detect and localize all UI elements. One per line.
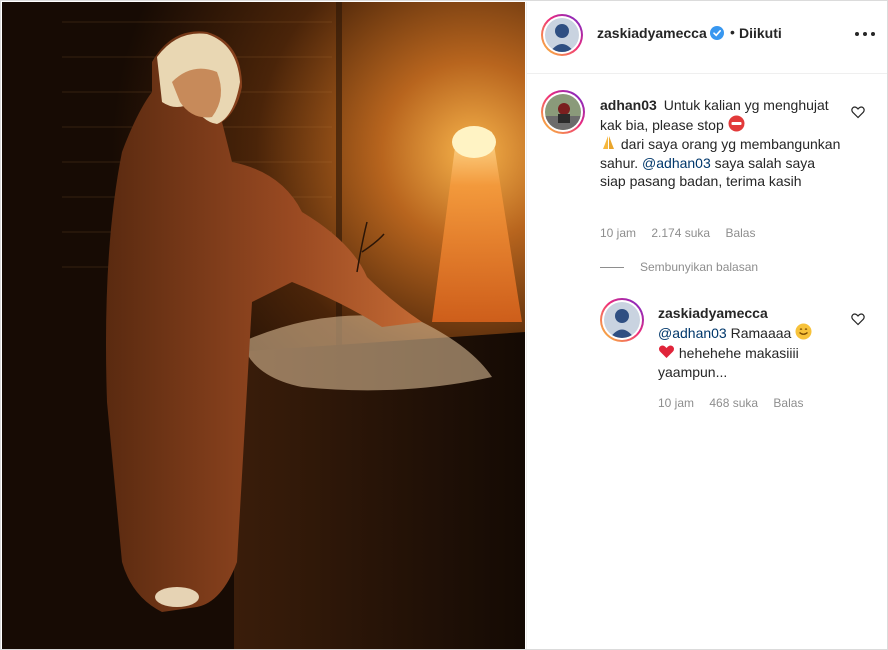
red-heart-emoji	[659, 345, 674, 358]
reply-time[interactable]: 10 jam	[658, 396, 694, 410]
post-image	[2, 2, 525, 649]
post-photo[interactable]	[2, 2, 525, 649]
reply-username[interactable]: zaskiadyamecca	[658, 304, 848, 323]
reply-meta: 10 jam 468 suka Balas	[658, 396, 815, 410]
commenter-username[interactable]: adhan03	[600, 97, 657, 113]
comment-mention[interactable]: @adhan03	[642, 155, 711, 171]
commenter-avatar[interactable]	[541, 90, 585, 134]
reply-likes[interactable]: 468 suka	[709, 396, 758, 410]
reply-body-1: Ramaaaa	[730, 325, 792, 341]
reply-text: zaskiadyamecca @adhan03 Ramaaaa hehehehe…	[658, 304, 848, 382]
hide-replies-line	[600, 266, 624, 268]
comment-text: adhan03 Untuk kalian yg menghujat kak bi…	[600, 96, 844, 191]
follow-status-button[interactable]: Diikuti	[739, 25, 782, 41]
author-username[interactable]: zaskiadyamecca	[597, 25, 707, 41]
hide-replies-label: Sembunyikan balasan	[640, 260, 759, 274]
more-options-icon[interactable]	[855, 24, 875, 44]
verified-badge-icon	[710, 26, 724, 40]
no-entry-emoji	[728, 115, 745, 131]
heart-icon[interactable]	[851, 105, 865, 119]
smiling-emoji	[795, 323, 812, 340]
reply-body-2: hehehehe makasiiii yaampun...	[658, 345, 799, 380]
post-header: zaskiadyamecca • Diikuti	[527, 2, 887, 74]
comment-likes[interactable]: 2.174 suka	[651, 226, 710, 240]
comment-meta: 10 jam 2.174 suka Balas	[600, 226, 767, 240]
comment-reply-button[interactable]: Balas	[725, 226, 755, 240]
reply-mention[interactable]: @adhan03	[658, 325, 727, 341]
reply-avatar[interactable]	[600, 298, 644, 342]
author-avatar[interactable]	[541, 14, 583, 56]
comments-panel: zaskiadyamecca • Diikuti adhan03 Untuk k…	[526, 2, 887, 649]
post-viewer: zaskiadyamecca • Diikuti adhan03 Untuk k…	[0, 0, 888, 650]
hide-replies-toggle[interactable]: Sembunyikan balasan	[600, 260, 758, 274]
comment-time[interactable]: 10 jam	[600, 226, 636, 240]
separator-dot: •	[730, 24, 735, 40]
heart-icon[interactable]	[851, 312, 865, 326]
folded-hands-emoji	[603, 136, 614, 149]
reply-reply-button[interactable]: Balas	[773, 396, 803, 410]
